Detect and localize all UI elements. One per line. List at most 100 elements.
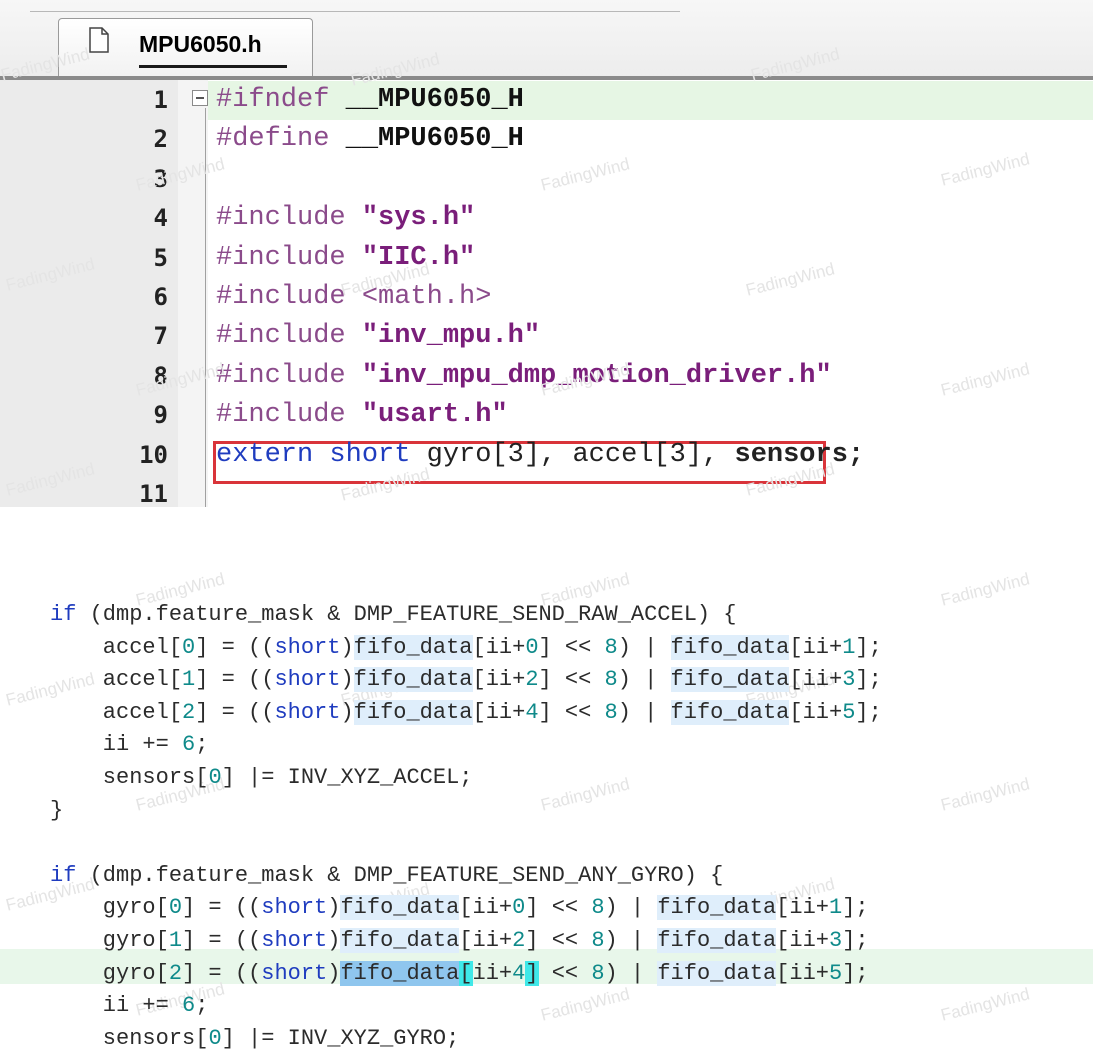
code-editor-window: MPU6050.h 1 #ifndef __MPU6050_H 2 #define _… bbox=[0, 0, 1093, 507]
code-token: ] = (( bbox=[195, 667, 275, 692]
code-line[interactable]: #include <math.h> bbox=[216, 278, 491, 317]
tab-strip-divider bbox=[30, 11, 680, 12]
code-token: 0 bbox=[182, 635, 196, 660]
code-token: ) | bbox=[617, 667, 671, 692]
code-token: 5 bbox=[842, 700, 856, 725]
snippet-line[interactable]: if (dmp.feature_mask & DMP_FEATURE_SEND_… bbox=[50, 598, 737, 632]
code-token: 3 bbox=[828, 928, 843, 953]
snippet-line[interactable]: if (dmp.feature_mask & DMP_FEATURE_SEND_… bbox=[50, 859, 723, 893]
code-token: fifo_data bbox=[340, 961, 460, 986]
snippet-line[interactable]: ii += 6; bbox=[50, 728, 209, 762]
code-token: ii += bbox=[50, 993, 183, 1018]
watermark-text: FadingWind bbox=[938, 569, 1032, 610]
code-token: accel[ bbox=[50, 635, 183, 660]
tab-mpu6050-h[interactable]: MPU6050.h bbox=[58, 18, 313, 76]
snippet-line[interactable]: accel[2] = ((short)fifo_data[ii+4] << 8)… bbox=[50, 696, 882, 730]
code-token: ] << bbox=[525, 928, 592, 953]
line-number: 2 bbox=[153, 125, 168, 153]
code-token: [ii+ bbox=[459, 895, 513, 920]
code-token: 0 bbox=[168, 895, 183, 920]
code-token: #include bbox=[216, 321, 362, 351]
code-token: fifo_data bbox=[670, 635, 790, 660]
code-token: 0 bbox=[525, 635, 539, 660]
code-token: } bbox=[50, 798, 64, 823]
code-token: ] = (( bbox=[195, 635, 275, 660]
code-token: sensors[ bbox=[50, 765, 209, 790]
line-number: 4 bbox=[153, 204, 168, 232]
code-token: ) | bbox=[604, 928, 658, 953]
code-line[interactable]: #include "IIC.h" bbox=[216, 239, 475, 278]
snippet-line[interactable]: accel[1] = ((short)fifo_data[ii+2] << 8)… bbox=[50, 663, 882, 697]
code-token: fifo_data bbox=[670, 667, 790, 692]
code-token: 2 bbox=[525, 667, 539, 692]
code-token: __MPU6050_H bbox=[345, 124, 524, 154]
snippet-line[interactable]: } bbox=[50, 794, 63, 828]
line-number: 1 bbox=[153, 86, 168, 114]
code-token: sensors; bbox=[734, 440, 865, 470]
code-token: << bbox=[538, 961, 592, 986]
code-line[interactable]: #include "sys.h" bbox=[216, 199, 475, 238]
code-token: 8 bbox=[591, 895, 605, 920]
code-line[interactable]: extern short gyro[3], accel[3], sensors; bbox=[216, 436, 864, 475]
code-token: if bbox=[50, 602, 77, 627]
code-token: #include bbox=[216, 282, 362, 312]
code-token: #ifndef bbox=[216, 85, 346, 115]
code-line[interactable]: #ifndef __MPU6050_H bbox=[216, 81, 524, 120]
code-token: 0 bbox=[208, 1026, 222, 1051]
snippet-line[interactable]: sensors[0] |= INV_XYZ_ACCEL; bbox=[50, 761, 473, 795]
code-line[interactable]: #include "inv_mpu_dmp_motion_driver.h" bbox=[216, 357, 832, 396]
code-line[interactable]: #include "usart.h" bbox=[216, 396, 508, 435]
code-token: #include bbox=[216, 400, 362, 430]
code-token: ]; bbox=[842, 895, 869, 920]
snippet-line[interactable]: accel[0] = ((short)fifo_data[ii+0] << 8)… bbox=[50, 631, 882, 665]
code-token: [ii+ bbox=[459, 928, 513, 953]
code-token: #include bbox=[216, 243, 362, 273]
code-token: fifo_data bbox=[657, 895, 777, 920]
line-number: 9 bbox=[153, 401, 168, 429]
code-token: 2 bbox=[168, 961, 183, 986]
fold-collapse-icon[interactable] bbox=[192, 90, 208, 106]
code-token: gyro[3], accel[3], bbox=[426, 440, 735, 470]
code-token: extern short bbox=[216, 440, 427, 470]
snippet-line[interactable]: gyro[2] = ((short)fifo_data[ii+4] << 8) … bbox=[50, 957, 869, 991]
code-token: sensors[ bbox=[50, 1026, 209, 1051]
code-token: 8 bbox=[604, 667, 618, 692]
code-token: fifo_data bbox=[353, 700, 473, 725]
snippet-line[interactable]: gyro[0] = ((short)fifo_data[ii+0] << 8) … bbox=[50, 891, 869, 925]
tab-strip: MPU6050.h bbox=[0, 0, 1093, 80]
snippet-line[interactable]: sensors[0] |= INV_XYZ_GYRO; bbox=[50, 1022, 459, 1056]
code-token: accel[ bbox=[50, 700, 183, 725]
code-token: [ii+ bbox=[789, 700, 843, 725]
code-token: ] |= INV_XYZ_ACCEL; bbox=[221, 765, 473, 790]
code-token: short bbox=[274, 667, 341, 692]
code-line[interactable]: #define __MPU6050_H bbox=[216, 120, 524, 159]
code-token: ]; bbox=[855, 635, 882, 660]
code-token: ) | bbox=[604, 895, 658, 920]
code-token: ]; bbox=[855, 700, 882, 725]
code-token: ] |= INV_XYZ_GYRO; bbox=[221, 1026, 460, 1051]
code-token: 2 bbox=[512, 928, 526, 953]
watermark-text: FadingWind bbox=[538, 774, 632, 815]
snippet-line[interactable]: ii += 6; bbox=[50, 989, 209, 1023]
code-token: 8 bbox=[591, 961, 605, 986]
code-token: fifo_data bbox=[340, 895, 460, 920]
code-token: 1 bbox=[168, 928, 183, 953]
code-token: "usart.h" bbox=[361, 400, 508, 430]
code-token: [ii+ bbox=[776, 928, 829, 953]
code-token: if bbox=[50, 863, 77, 888]
code-token: ) | bbox=[617, 700, 671, 725]
code-token: <math.h> bbox=[361, 282, 492, 312]
code-token: (dmp.feature_mask & DMP_FEATURE_SEND_ANY… bbox=[76, 863, 724, 888]
code-token: 5 bbox=[828, 961, 843, 986]
code-token: 1 bbox=[842, 635, 856, 660]
code-token: __MPU6050_H bbox=[345, 85, 524, 115]
line-number: 11 bbox=[139, 480, 168, 507]
code-token: fifo_data bbox=[657, 928, 777, 953]
code-token: 6 bbox=[182, 993, 196, 1018]
code-token: 8 bbox=[591, 928, 605, 953]
snippet-line[interactable]: gyro[1] = ((short)fifo_data[ii+2] << 8) … bbox=[50, 924, 869, 958]
code-token: 4 bbox=[525, 700, 539, 725]
code-line[interactable]: #include "inv_mpu.h" bbox=[216, 317, 540, 356]
code-token: accel[ bbox=[50, 667, 183, 692]
code-token: [ii+ bbox=[472, 635, 526, 660]
